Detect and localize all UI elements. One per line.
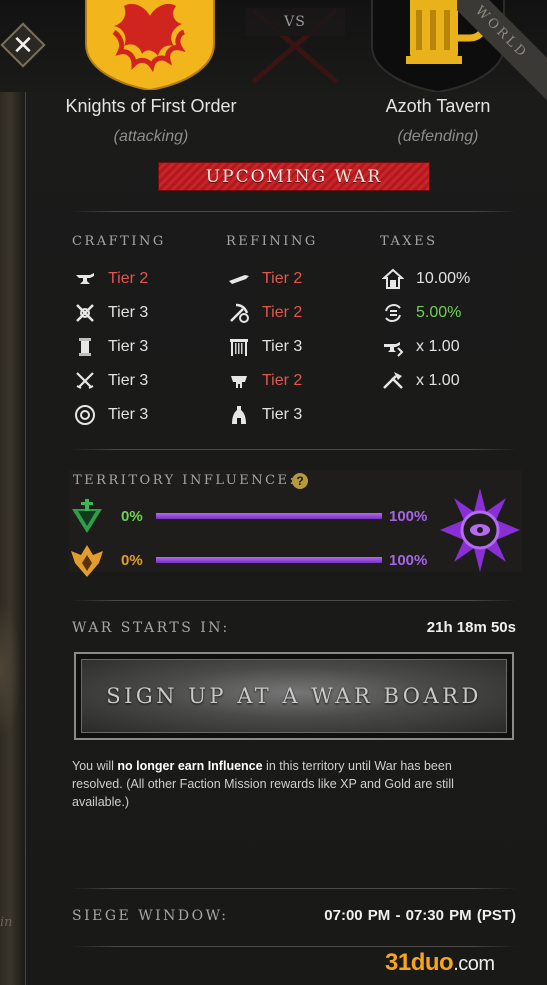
siege-window-time: 07:00 PM - 07:30 PM (PST)	[324, 907, 516, 924]
vs-label: VS	[284, 14, 306, 30]
pickaxe-gear-icon	[225, 301, 253, 325]
gem-ring-icon	[71, 403, 99, 427]
war-countdown: 21h 18m 50s	[426, 619, 516, 636]
tax-row-crafting-fee: x 1.00	[379, 335, 460, 359]
refining-fee-icon	[379, 369, 407, 393]
refining-tier: Tier 2	[262, 270, 303, 287]
background-map-edge: in	[0, 0, 26, 985]
scroll-icon	[71, 335, 99, 359]
divider-top	[71, 211, 517, 212]
tax-value: x 1.00	[416, 372, 460, 389]
attacker-shield-icon	[85, 0, 215, 90]
versus-divider: VS	[245, 6, 345, 86]
attacker-company: Knights of First Order (attacking)	[51, 96, 251, 146]
influence-left-pct: 0%	[121, 552, 143, 569]
crafting-tier: Tier 3	[108, 338, 149, 355]
world-ribbon: WORLD	[457, 0, 547, 100]
tax-row-trading: 5.00%	[379, 301, 461, 325]
world-ribbon-label: WORLD	[457, 0, 547, 100]
divider-mid	[71, 449, 517, 450]
crossed-tools-icon	[71, 301, 99, 325]
attacker-name: Knights of First Order	[65, 96, 237, 116]
defender-role: (defending)	[397, 128, 479, 145]
sign-up-war-board-button[interactable]: SIGN UP AT A WAR BOARD	[74, 652, 514, 740]
crafting-tier: Tier 3	[108, 372, 149, 389]
crafting-row-weaponsmithing: Tier 2	[71, 267, 148, 291]
map-letter: in	[0, 915, 13, 930]
close-button[interactable]: ✕	[0, 22, 46, 68]
divider-siege	[71, 888, 517, 889]
crafting-tier: Tier 2	[108, 270, 149, 287]
tax-row-property: 10.00%	[379, 267, 470, 291]
refining-row-smelting: Tier 2	[225, 267, 302, 291]
tannery-icon	[225, 369, 253, 393]
divider-war	[71, 600, 517, 601]
refining-row-stonecutting: Tier 2	[225, 301, 302, 325]
war-banner: VS WORLD	[0, 0, 547, 100]
crafting-header: CRAFTING	[72, 234, 166, 249]
tax-value: x 1.00	[416, 338, 460, 355]
anvil-icon	[71, 267, 99, 291]
loom-icon	[225, 335, 253, 359]
influence-row-covenant: 0% 100%	[70, 499, 440, 535]
map-stain	[0, 600, 22, 740]
tax-value: 10.00%	[416, 270, 471, 287]
refining-tier: Tier 3	[262, 338, 303, 355]
siege-window-label: SIEGE WINDOW:	[72, 908, 229, 924]
refining-tier: Tier 2	[262, 304, 303, 321]
sign-up-button-label: SIGN UP AT A WAR BOARD	[81, 659, 507, 733]
influence-row-marauders: 0% 100%	[70, 543, 440, 579]
influence-right-pct: 100%	[389, 508, 428, 525]
tax-value: 5.00%	[416, 304, 462, 321]
kiln-icon	[225, 403, 253, 427]
refining-row-tanning: Tier 2	[225, 369, 302, 393]
refining-header: REFINING	[226, 234, 318, 249]
crafting-row-engineering: Tier 3	[71, 301, 148, 325]
site-watermark: 31duo.com	[385, 949, 495, 977]
war-starts-label: WAR STARTS IN:	[72, 620, 230, 636]
war-status-badge: UPCOMING WAR	[158, 162, 430, 191]
tax-row-refining-fee: x 1.00	[379, 369, 460, 393]
house-tax-icon	[379, 267, 407, 291]
notice-emphasis: no longer earn Influence	[117, 759, 263, 773]
trade-tax-icon	[379, 301, 407, 325]
syndicate-emblem-icon	[440, 488, 520, 572]
crafting-row-jewelcrafting: Tier 3	[71, 403, 148, 427]
influence-right-pct: 100%	[389, 552, 428, 569]
influence-left-pct: 0%	[121, 508, 143, 525]
refining-row-woodworking: Tier 3	[225, 403, 302, 427]
territory-influence-title: TERRITORY INFLUENCE:	[73, 473, 297, 488]
refining-tier: Tier 2	[262, 372, 303, 389]
crafting-tier: Tier 3	[108, 406, 149, 423]
taxes-header: TAXES	[380, 234, 438, 249]
influence-bar	[156, 557, 382, 563]
blade-icon	[225, 267, 253, 291]
attacker-role: (attacking)	[113, 128, 189, 145]
watermark-main: 31duo	[385, 949, 454, 976]
defender-company: Azoth Tavern (defending)	[338, 96, 538, 146]
close-icon: ✕	[12, 30, 34, 60]
divider-bottom	[71, 946, 517, 947]
covenant-emblem-icon	[72, 499, 102, 533]
help-icon[interactable]: ?	[292, 473, 308, 489]
influence-bar	[156, 513, 382, 519]
watermark-domain: .com	[453, 953, 495, 975]
crafting-row-arcana: Tier 3	[71, 335, 148, 359]
defender-name: Azoth Tavern	[385, 96, 491, 116]
notice-text-start: You will	[72, 759, 118, 773]
influence-bar-fill	[156, 557, 382, 563]
influence-bar-fill	[156, 513, 382, 519]
marauders-emblem-icon	[71, 545, 103, 577]
refining-row-weaving: Tier 3	[225, 335, 302, 359]
influence-notice: You will no longer earn Influence in thi…	[72, 757, 502, 811]
refining-tier: Tier 3	[262, 406, 303, 423]
crafting-fee-icon	[379, 335, 407, 359]
crafting-row-armoring: Tier 3	[71, 369, 148, 393]
crafting-tier: Tier 3	[108, 304, 149, 321]
crossed-swords-icon	[71, 369, 99, 393]
